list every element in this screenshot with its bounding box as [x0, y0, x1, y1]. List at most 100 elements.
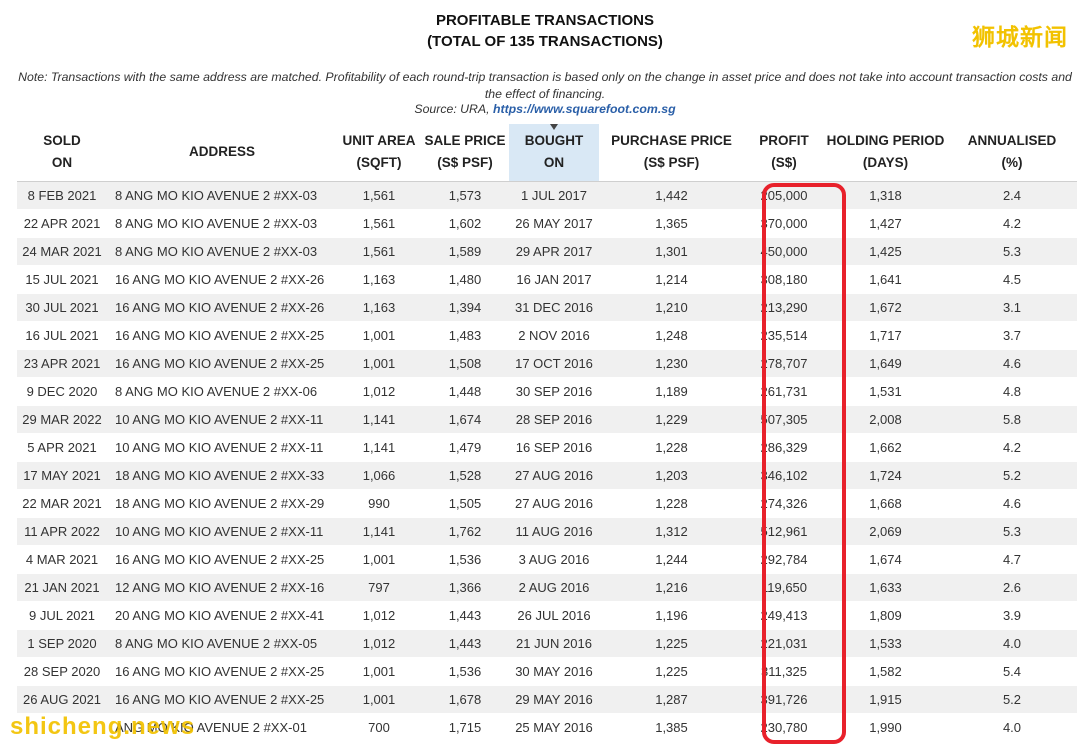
cell-purchase-price: 1,244	[599, 545, 744, 574]
cell-address: 16 ANG MO KIO AVENUE 2 #XX-26	[107, 293, 337, 322]
cell-holding-period: 1,674	[824, 545, 947, 574]
cell-bought-on: 27 AUG 2016	[509, 489, 599, 518]
table-row: 26 AUG 2021 16 ANG MO KIO AVENUE 2 #XX-25…	[17, 685, 1077, 714]
table-body: 8 FEB 2021 8 ANG MO KIO AVENUE 2 #XX-03 1,…	[17, 181, 1077, 742]
cell-holding-period: 1,531	[824, 377, 947, 406]
cell-profit: 221,031	[744, 629, 824, 658]
cell-purchase-price: 1,225	[599, 629, 744, 658]
cell-bought-on: 16 JAN 2017	[509, 265, 599, 294]
cell-purchase-price: 1,385	[599, 713, 744, 742]
cell-profit: 286,329	[744, 433, 824, 462]
column-header-annualised[interactable]: ANNUALISED (%)	[947, 124, 1077, 182]
cell-bought-on: 1 JUL 2017	[509, 181, 599, 210]
cell-purchase-price: 1,229	[599, 405, 744, 434]
cell-holding-period: 1,809	[824, 601, 947, 630]
cell-annualised: 3.7	[947, 321, 1077, 350]
cell-annualised: 4.2	[947, 209, 1077, 238]
cell-sale-price: 1,505	[421, 489, 509, 518]
cell-bought-on: 2 AUG 2016	[509, 573, 599, 602]
cell-sale-price: 1,589	[421, 237, 509, 266]
column-header-bought-on[interactable]: BOUGHT ON	[509, 124, 599, 182]
column-header-unit: (DAYS)	[862, 155, 909, 171]
cell-bought-on: 30 SEP 2016	[509, 377, 599, 406]
column-header-label: ANNUALISED	[967, 133, 1057, 149]
column-header-unit-area[interactable]: UNIT AREA (SQFT)	[337, 124, 421, 182]
transactions-table: SOLD ON ADDRESS UNIT AREA (SQFT) SALE PRICE (S…	[17, 124, 1077, 742]
table-row: 21 JAN 2021 12 ANG MO KIO AVENUE 2 #XX-16…	[17, 573, 1077, 602]
cell-profit: 507,305	[744, 405, 824, 434]
cell-unit-area: 797	[337, 573, 421, 602]
cell-annualised: 2.4	[947, 181, 1077, 210]
cell-unit-area: 1,012	[337, 377, 421, 406]
cell-sale-price: 1,715	[421, 713, 509, 742]
cell-address: 8 ANG MO KIO AVENUE 2 #XX-03	[107, 209, 337, 238]
cell-purchase-price: 1,248	[599, 321, 744, 350]
column-header-label: UNIT AREA	[342, 133, 416, 149]
cell-sale-price: 1,573	[421, 181, 509, 210]
cell-sale-price: 1,483	[421, 321, 509, 350]
cell-bought-on: 21 JUN 2016	[509, 629, 599, 658]
cell-sale-price: 1,443	[421, 601, 509, 630]
table-row: 30 JUL 2021 16 ANG MO KIO AVENUE 2 #XX-26…	[17, 293, 1077, 322]
cell-sale-price: 1,366	[421, 573, 509, 602]
source-line: Source: URA, https://www.squarefoot.com.…	[0, 102, 1080, 116]
cell-unit-area: 1,561	[337, 237, 421, 266]
column-header-holding-period[interactable]: HOLDING PERIOD (DAYS)	[824, 124, 947, 182]
cell-address: 8 ANG MO KIO AVENUE 2 #XX-03	[107, 181, 337, 210]
cell-profit: 261,731	[744, 377, 824, 406]
cell-sold-on: 22 MAR 2021	[17, 489, 107, 518]
column-header-label: SOLD	[43, 133, 81, 149]
cell-annualised: 5.8	[947, 405, 1077, 434]
column-header-label: PROFIT	[759, 133, 809, 149]
cell-profit: 512,961	[744, 517, 824, 546]
source-link[interactable]: https://www.squarefoot.com.sg	[493, 102, 676, 116]
table-row: 5 APR 2021 10 ANG MO KIO AVENUE 2 #XX-11 1…	[17, 433, 1077, 462]
cell-address: 16 ANG MO KIO AVENUE 2 #XX-25	[107, 349, 337, 378]
column-header-unit: (S$ PSF)	[437, 155, 493, 171]
cell-sale-price: 1,602	[421, 209, 509, 238]
column-header-unit: (SQFT)	[356, 155, 402, 171]
cell-address: 10 ANG MO KIO AVENUE 2 #XX-11	[107, 433, 337, 462]
cell-annualised: 5.3	[947, 237, 1077, 266]
cell-annualised: 5.2	[947, 685, 1077, 714]
cell-bought-on: 16 SEP 2016	[509, 433, 599, 462]
cell-profit: 249,413	[744, 601, 824, 630]
cell-unit-area: 1,163	[337, 265, 421, 294]
cell-purchase-price: 1,228	[599, 433, 744, 462]
cell-bought-on: 30 MAY 2016	[509, 657, 599, 686]
cell-holding-period: 1,427	[824, 209, 947, 238]
cell-sold-on: 5 APR 2021	[17, 433, 107, 462]
cell-sold-on: 16 JUL 2021	[17, 321, 107, 350]
cell-address: 12 ANG MO KIO AVENUE 2 #XX-16	[107, 573, 337, 602]
cell-profit: 292,784	[744, 545, 824, 574]
cell-annualised: 4.5	[947, 265, 1077, 294]
column-header-sold-on[interactable]: SOLD ON	[17, 124, 107, 182]
cell-unit-area: 1,012	[337, 601, 421, 630]
cell-holding-period: 1,425	[824, 237, 947, 266]
cell-bought-on: 31 DEC 2016	[509, 293, 599, 322]
column-header-purchase-price[interactable]: PURCHASE PRICE (S$ PSF)	[599, 124, 744, 182]
column-header-unit: (S$ PSF)	[643, 155, 700, 171]
column-header-profit[interactable]: PROFIT (S$)	[744, 124, 824, 182]
page-title: PROFITABLE TRANSACTIONS (TOTAL OF 135 TR…	[0, 10, 1080, 52]
cell-address: 20 ANG MO KIO AVENUE 2 #XX-41	[107, 601, 337, 630]
cell-holding-period: 2,008	[824, 405, 947, 434]
cell-annualised: 3.9	[947, 601, 1077, 630]
title-line-1: PROFITABLE TRANSACTIONS	[435, 12, 655, 29]
cell-sold-on: 21 JAN 2021	[17, 573, 107, 602]
column-header-sale-price[interactable]: SALE PRICE (S$ PSF)	[421, 124, 509, 182]
cell-profit: 205,000	[744, 181, 824, 210]
table-row: 29 MAR 2022 10 ANG MO KIO AVENUE 2 #XX-11…	[17, 405, 1077, 434]
cell-annualised: 4.7	[947, 545, 1077, 574]
cell-annualised: 4.8	[947, 377, 1077, 406]
watermark-top-right: 狮城新闻	[972, 25, 1068, 51]
column-header-address[interactable]: ADDRESS	[107, 124, 337, 182]
cell-address: 16 ANG MO KIO AVENUE 2 #XX-25	[107, 657, 337, 686]
cell-holding-period: 1,649	[824, 349, 947, 378]
column-header-label: ADDRESS	[188, 144, 255, 160]
cell-sold-on: 4 MAR 2021	[17, 545, 107, 574]
cell-annualised: 4.0	[947, 629, 1077, 658]
cell-purchase-price: 1,189	[599, 377, 744, 406]
cell-bought-on: 26 JUL 2016	[509, 601, 599, 630]
cell-holding-period: 1,633	[824, 573, 947, 602]
